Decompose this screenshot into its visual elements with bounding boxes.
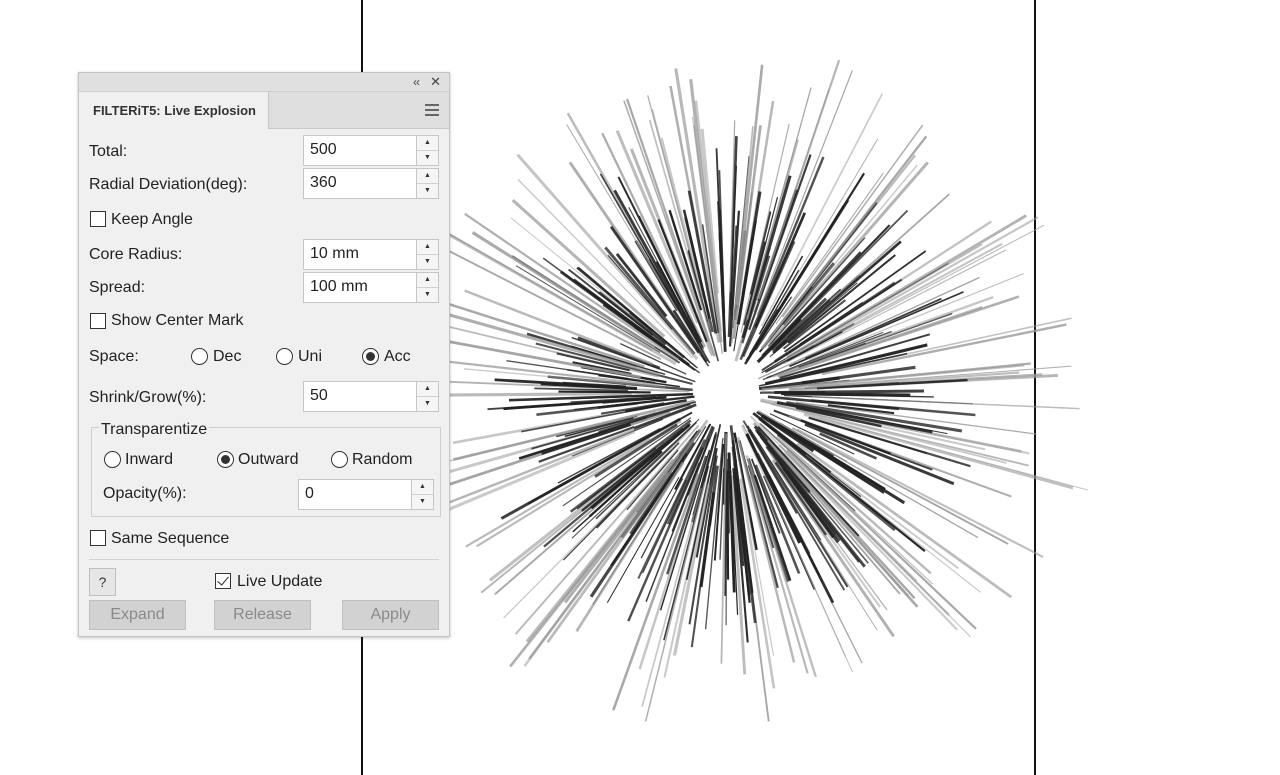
panel-titlebar[interactable]: ‹‹ ✕	[79, 73, 449, 92]
core-radius-value[interactable]: 10 mm	[310, 240, 359, 267]
collapse-icon[interactable]: ‹‹	[413, 73, 420, 91]
radial-deviation-value[interactable]: 360	[310, 169, 337, 196]
explosion-ray	[811, 396, 1080, 410]
space-acc-label[interactable]: Acc	[384, 348, 411, 366]
explosion-ray	[558, 390, 651, 394]
opacity-label: Opacity(%):	[103, 485, 187, 502]
space-dec-radio[interactable]	[191, 348, 208, 365]
transparentize-inward-label[interactable]: Inward	[125, 451, 173, 469]
transparentize-outward-label[interactable]: Outward	[238, 451, 298, 469]
explosion-ray	[509, 461, 674, 668]
live-update-label[interactable]: Live Update	[237, 573, 322, 591]
explosion-ray	[774, 389, 925, 394]
radial-deviation-stepper[interactable]: 360 ▲ ▼	[303, 168, 439, 199]
explosion-ray	[726, 470, 730, 580]
space-dec-label[interactable]: Dec	[213, 348, 241, 366]
tab-live-explosion[interactable]: FILTERiT5: Live Explosion	[79, 92, 269, 129]
transparentize-title: Transparentize	[99, 421, 210, 439]
space-uni-label[interactable]: Uni	[298, 348, 322, 366]
spin-up-icon[interactable]: ▲	[417, 382, 438, 397]
explosion-ray	[422, 392, 632, 397]
opacity-stepper[interactable]: 0 ▲ ▼	[298, 479, 434, 510]
spin-down-icon[interactable]: ▼	[412, 495, 433, 510]
spin-up-icon[interactable]: ▲	[417, 273, 438, 288]
total-label: Total:	[89, 143, 128, 160]
spin-up-icon[interactable]: ▲	[417, 240, 438, 255]
same-sequence-label[interactable]: Same Sequence	[111, 530, 229, 548]
same-sequence-checkbox[interactable]	[90, 530, 106, 546]
total-stepper[interactable]: 500 ▲ ▼	[303, 135, 439, 166]
space-label: Space:	[89, 348, 139, 365]
release-button[interactable]: Release	[214, 600, 311, 630]
keep-angle-checkbox[interactable]	[90, 211, 106, 227]
apply-button[interactable]: Apply	[342, 600, 439, 630]
spin-up-icon[interactable]: ▲	[417, 136, 438, 151]
live-explosion-panel: ‹‹ ✕ FILTERiT5: Live Explosion Total: 50…	[78, 72, 450, 637]
space-acc-radio[interactable]	[362, 348, 379, 365]
show-center-mark-checkbox[interactable]	[90, 313, 106, 329]
transparentize-random-radio[interactable]	[331, 451, 348, 468]
space-uni-radio[interactable]	[276, 348, 293, 365]
expand-button[interactable]: Expand	[89, 600, 186, 630]
close-icon[interactable]: ✕	[430, 73, 441, 91]
tab-strip: FILTERiT5: Live Explosion	[79, 92, 449, 129]
spread-label: Spread:	[89, 279, 146, 296]
spin-down-icon[interactable]: ▼	[417, 255, 438, 270]
opacity-value[interactable]: 0	[305, 480, 314, 507]
shrink-grow-stepper[interactable]: 50 ▲ ▼	[303, 381, 439, 412]
transparentize-random-label[interactable]: Random	[352, 451, 412, 469]
spread-stepper[interactable]: 100 mm ▲ ▼	[303, 272, 439, 303]
radial-deviation-label: Radial Deviation(deg):	[89, 176, 248, 193]
keep-angle-label[interactable]: Keep Angle	[111, 211, 193, 229]
transparentize-outward-radio[interactable]	[217, 451, 234, 468]
shrink-grow-value[interactable]: 50	[310, 382, 328, 409]
live-update-checkbox[interactable]	[215, 573, 231, 589]
spin-down-icon[interactable]: ▼	[417, 151, 438, 166]
spin-up-icon[interactable]: ▲	[412, 480, 433, 495]
show-center-mark-label[interactable]: Show Center Mark	[111, 312, 244, 330]
panel-menu-icon[interactable]	[425, 104, 439, 116]
spin-down-icon[interactable]: ▼	[417, 184, 438, 199]
divider	[89, 559, 439, 560]
core-radius-stepper[interactable]: 10 mm ▲ ▼	[303, 239, 439, 270]
transparentize-inward-radio[interactable]	[104, 451, 121, 468]
spin-down-icon[interactable]: ▼	[417, 288, 438, 303]
core-radius-label: Core Radius:	[89, 246, 183, 263]
help-button[interactable]: ?	[89, 568, 116, 596]
shrink-grow-label: Shrink/Grow(%):	[89, 389, 207, 406]
spin-up-icon[interactable]: ▲	[417, 169, 438, 184]
total-value[interactable]: 500	[310, 136, 337, 163]
explosion-ray	[644, 481, 706, 722]
spin-down-icon[interactable]: ▼	[417, 397, 438, 412]
spread-value[interactable]: 100 mm	[310, 273, 368, 300]
